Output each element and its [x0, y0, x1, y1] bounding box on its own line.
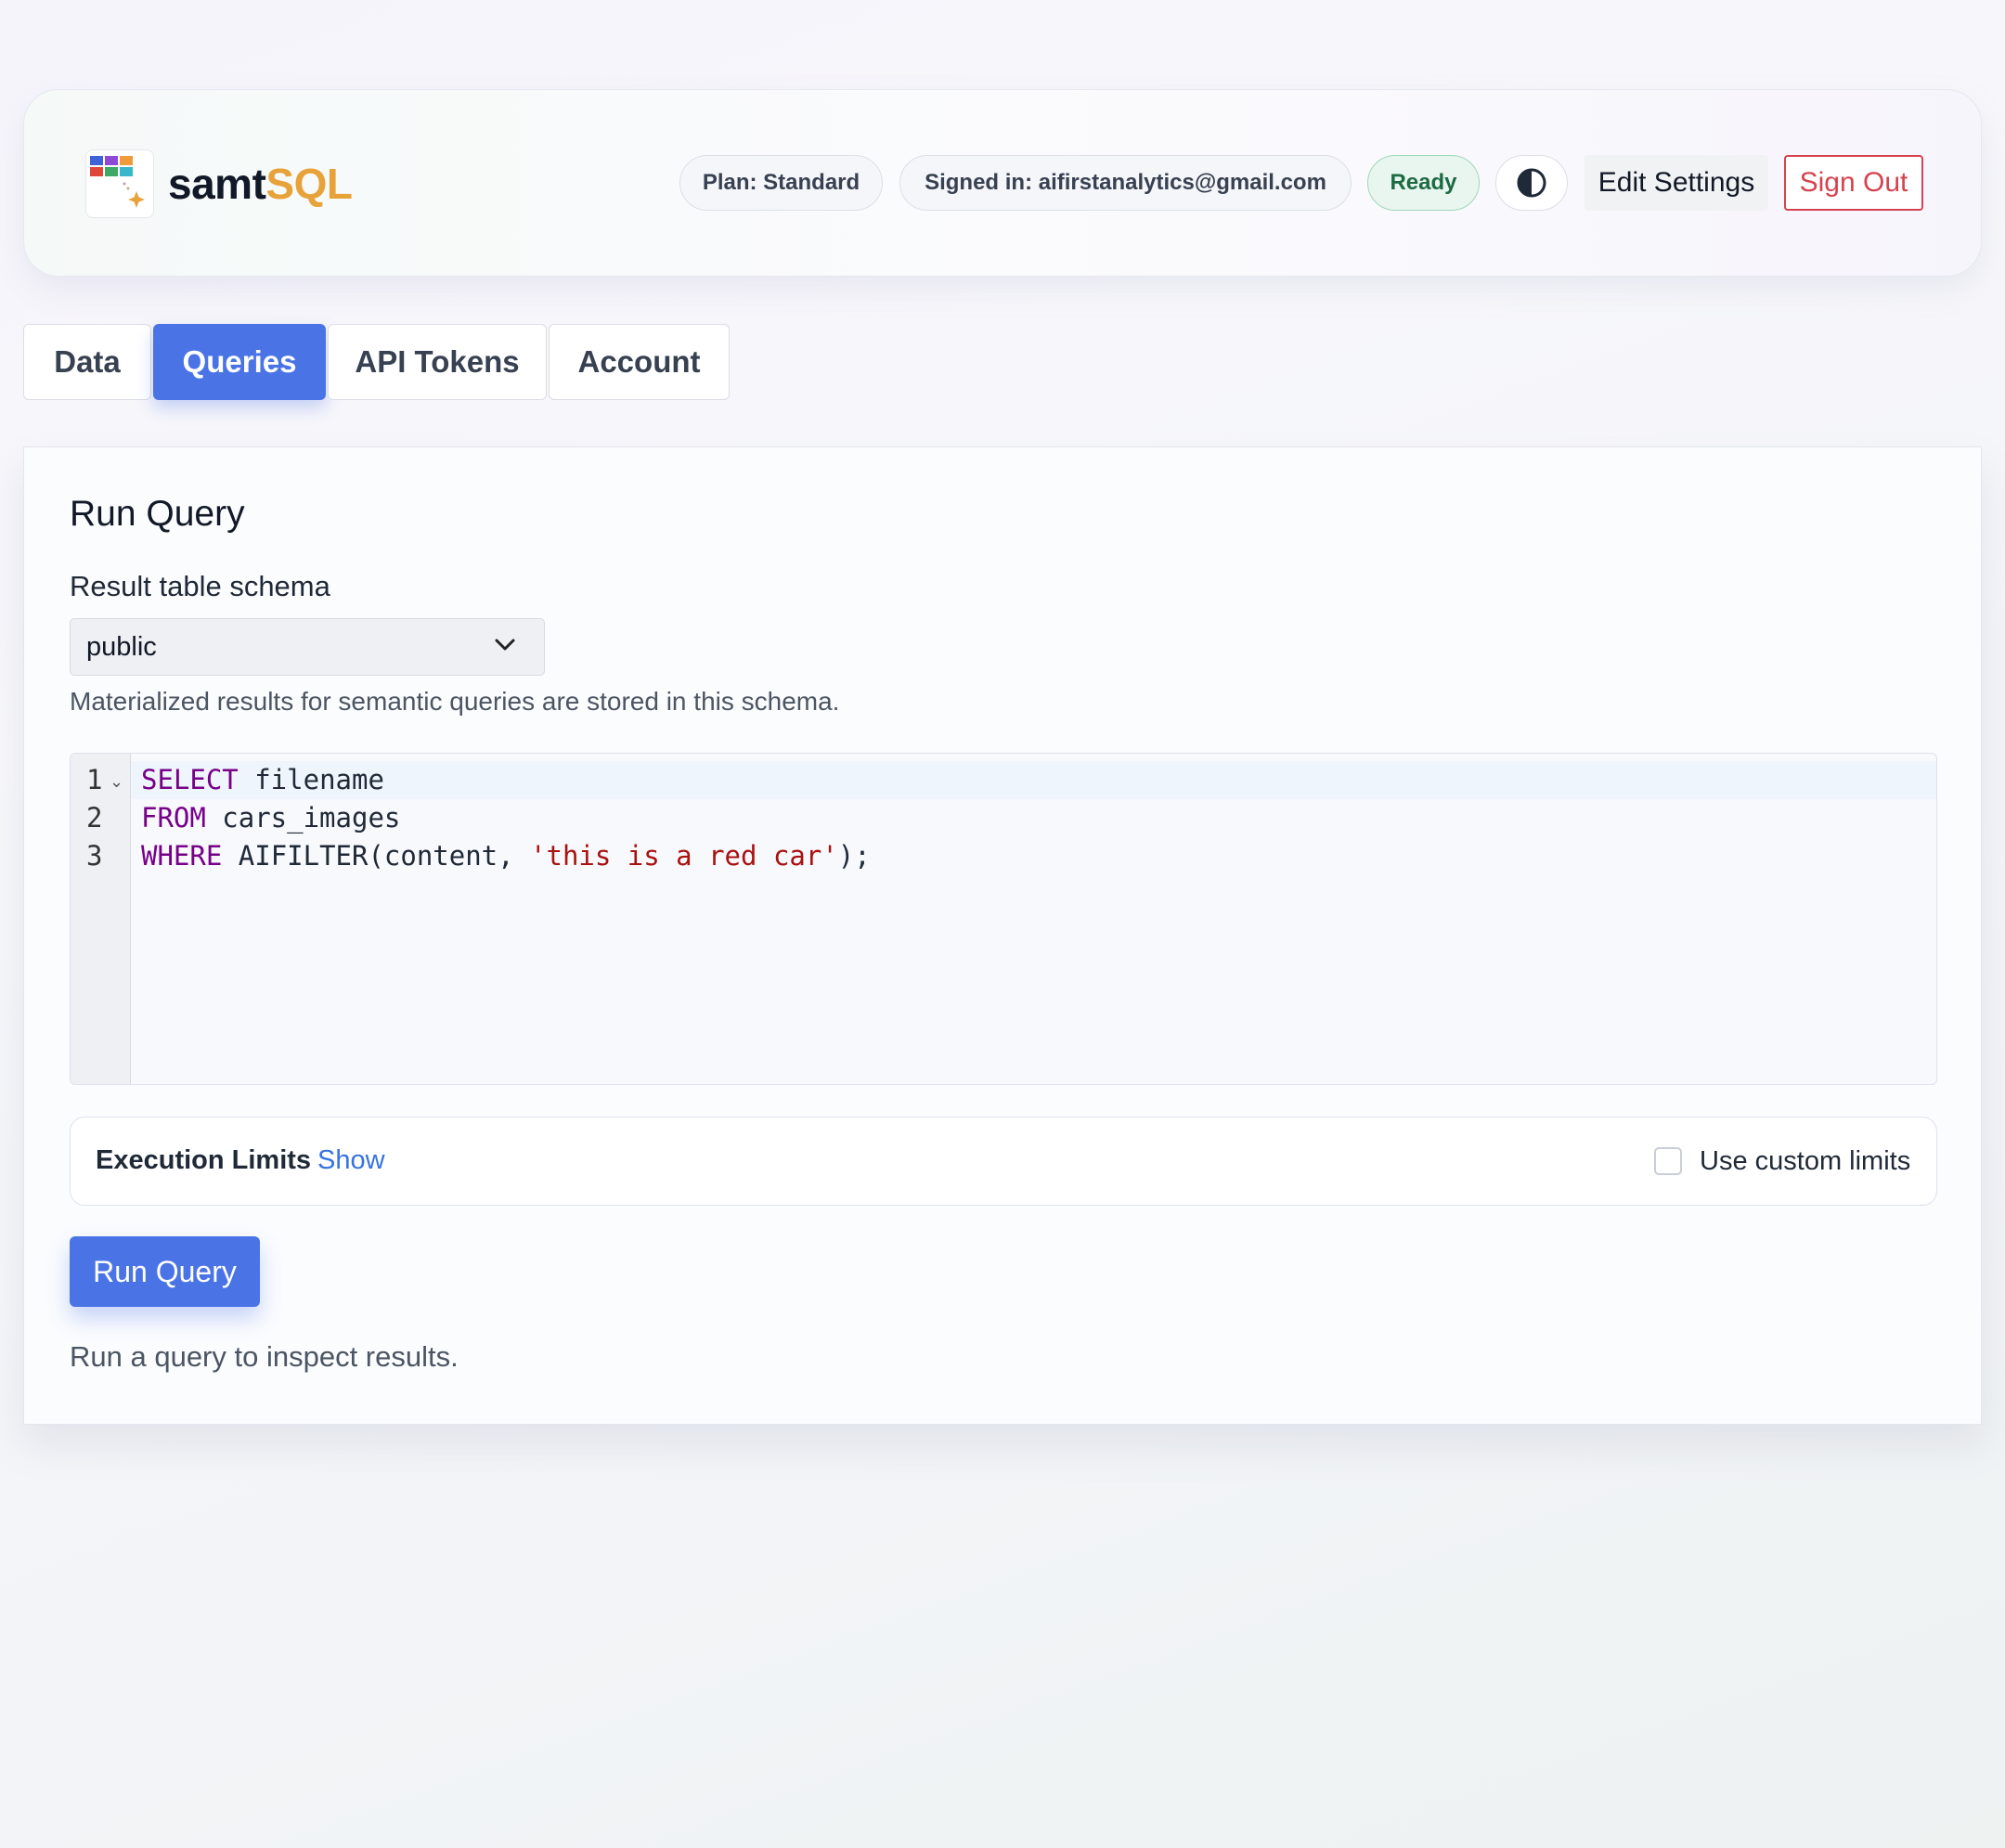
- code-line: WHERE AIFILTER(content, 'this is a red c…: [141, 840, 871, 872]
- panel-title: Run Query: [70, 494, 245, 534]
- code-line: SELECT filename: [141, 764, 384, 795]
- fold-arrow-icon[interactable]: ⌄: [110, 772, 123, 792]
- execution-limits-box: Execution Limits Show Use custom limits: [70, 1117, 1937, 1206]
- execution-limits-title: Execution Limits: [96, 1145, 312, 1175]
- run-query-panel: Run Query Result table schema public Mat…: [23, 446, 1982, 1425]
- status-badge: Ready: [1367, 155, 1480, 211]
- code-keyword: WHERE: [141, 840, 223, 872]
- schema-label: Result table schema: [70, 570, 330, 602]
- line-number: 1: [86, 764, 103, 795]
- execution-limits-show-link[interactable]: Show: [317, 1145, 385, 1176]
- line-number: 2: [86, 802, 103, 834]
- custom-limits-label[interactable]: Use custom limits: [1700, 1146, 1910, 1177]
- sparkle-icon: [123, 182, 145, 208]
- theme-toggle-button[interactable]: [1495, 155, 1568, 211]
- code-text: cars_images: [205, 802, 401, 834]
- brand-accent: SQL: [265, 160, 353, 208]
- schema-helper-text: Materialized results for semantic querie…: [70, 687, 840, 716]
- custom-limits-checkbox[interactable]: [1654, 1147, 1682, 1175]
- schema-select[interactable]: public: [70, 618, 545, 676]
- logo-icon: [85, 149, 154, 218]
- code-string: 'this is a red car': [530, 840, 838, 872]
- sql-editor[interactable]: 1 ⌄ 2 3 SELECT filename FROM cars_images…: [70, 753, 1937, 1085]
- signed-in-badge: Signed in: aifirstanalytics@gmail.com: [899, 155, 1352, 211]
- app-header: samtSQL Plan: Standard Signed in: aifirs…: [23, 89, 1982, 277]
- active-line-highlight: [131, 761, 1936, 799]
- tab-data[interactable]: Data: [23, 324, 151, 400]
- code-text: );: [837, 840, 871, 872]
- brand-main: samt: [168, 160, 266, 208]
- line-number: 3: [86, 840, 103, 872]
- chevron-down-icon: [495, 639, 515, 651]
- code-text: AIFILTER(content,: [222, 840, 531, 872]
- sign-out-button[interactable]: Sign Out: [1784, 155, 1923, 211]
- plan-badge: Plan: Standard: [679, 155, 883, 211]
- tab-account[interactable]: Account: [549, 324, 730, 400]
- tab-api-tokens[interactable]: API Tokens: [328, 324, 547, 400]
- contrast-icon: [1517, 168, 1546, 198]
- edit-settings-button[interactable]: Edit Settings: [1585, 155, 1768, 211]
- code-keyword: FROM: [141, 802, 206, 834]
- run-query-button[interactable]: Run Query: [70, 1236, 260, 1307]
- schema-selected-value: public: [86, 631, 157, 662]
- tab-queries[interactable]: Queries: [153, 324, 326, 400]
- code-keyword: SELECT: [141, 764, 239, 795]
- run-hint-text: Run a query to inspect results.: [70, 1340, 459, 1373]
- brand-name: samtSQL: [168, 159, 353, 209]
- code-text: filename: [238, 764, 384, 795]
- code-line: FROM cars_images: [141, 802, 400, 834]
